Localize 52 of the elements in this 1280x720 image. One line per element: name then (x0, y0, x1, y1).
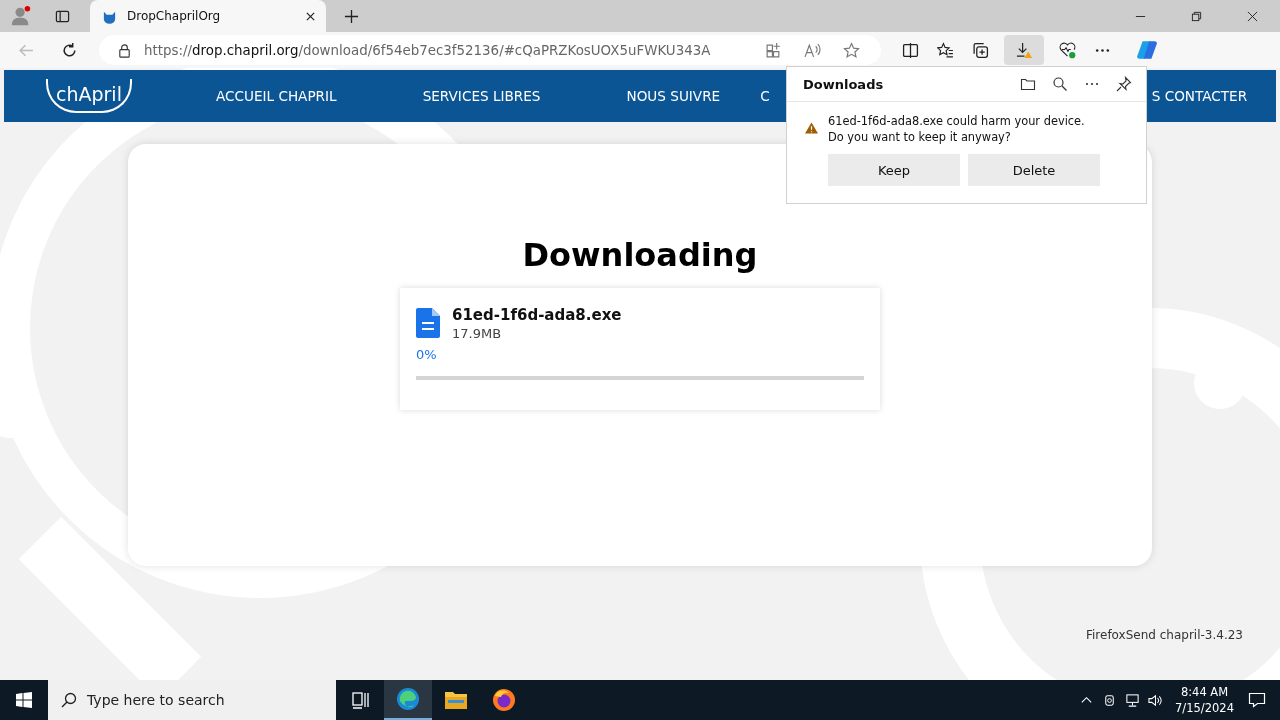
version-text: FirefoxSend chapril-3.4.23 (1085, 628, 1243, 642)
panel-button[interactable]: Delete (968, 154, 1100, 186)
task-view-icon[interactable] (350, 690, 370, 710)
notification-icon[interactable] (1248, 691, 1266, 709)
warning-icon (805, 122, 818, 134)
nav-link[interactable]: S CONTACTER (1151, 88, 1248, 104)
download-warning-icon (1015, 41, 1033, 59)
nav-link[interactable]: NOUS SUIVRE (626, 88, 721, 104)
reload-icon[interactable] (61, 41, 78, 59)
edge-icon (396, 687, 420, 711)
collections-icon[interactable] (972, 41, 989, 59)
panel-title: Downloads (803, 76, 885, 92)
apps-icon[interactable] (765, 41, 782, 59)
volume-icon[interactable] (1148, 692, 1164, 708)
file-name: 61ed-1f6d-ada8.exe (452, 306, 622, 324)
panel-button[interactable]: Keep (828, 154, 960, 186)
read-aloud-icon[interactable] (804, 41, 821, 59)
downloads-button[interactable] (1004, 35, 1044, 65)
star-icon[interactable] (843, 41, 860, 59)
warning-message: 61ed-1f6d-ada8.exe could harm your device. Do you want to keep it anyway? (828, 113, 1086, 145)
pin-icon[interactable] (1116, 76, 1132, 92)
search-icon (61, 692, 77, 708)
clock-time[interactable]: 8:44 AM (1180, 684, 1229, 700)
page-title: Downloading (522, 236, 758, 274)
clock-date[interactable]: 7/15/2024 (1175, 700, 1234, 716)
folder-icon[interactable] (1020, 76, 1036, 92)
nav-link[interactable]: SERVICES LIBRES (422, 88, 541, 104)
file-size: 17.9MB (452, 326, 503, 341)
site-logo[interactable]: chApril (46, 79, 132, 113)
split-screen-icon[interactable] (902, 41, 919, 59)
tab-actions-icon[interactable] (55, 8, 70, 24)
close-icon[interactable] (305, 10, 316, 22)
close-icon[interactable] (1247, 10, 1258, 22)
restore-icon[interactable] (1191, 10, 1202, 22)
network-icon[interactable] (1125, 692, 1141, 708)
windows-start-icon[interactable] (16, 692, 32, 708)
nav-link[interactable]: ACCUEIL CHAPRIL (215, 88, 337, 104)
search-icon[interactable] (1052, 76, 1068, 92)
address-bar[interactable]: https://drop.chapril.org/download/6f54eb7ec3f52136/#cQaPRZKosUOX5uFWKU343A (99, 35, 881, 65)
favorites-icon[interactable] (937, 41, 954, 59)
profile-icon[interactable] (10, 5, 32, 27)
browser-tab[interactable]: DropChaprilOrg (90, 0, 326, 32)
nav-link[interactable]: C (760, 88, 770, 104)
taskbar-search-field[interactable]: Type here to search (48, 680, 336, 720)
taskbar-app[interactable] (384, 680, 432, 720)
url-text: https://drop.chapril.org/download/6f54eb7ec3f52136/#cQaPRZKosUOX5uFWKU343A (144, 42, 711, 58)
progress-percent: 0% (416, 347, 438, 362)
file-icon (416, 308, 440, 338)
health-icon[interactable] (1059, 41, 1076, 59)
lock-icon (117, 42, 132, 58)
fox-icon (492, 688, 516, 712)
new-tab-icon[interactable] (344, 8, 359, 24)
